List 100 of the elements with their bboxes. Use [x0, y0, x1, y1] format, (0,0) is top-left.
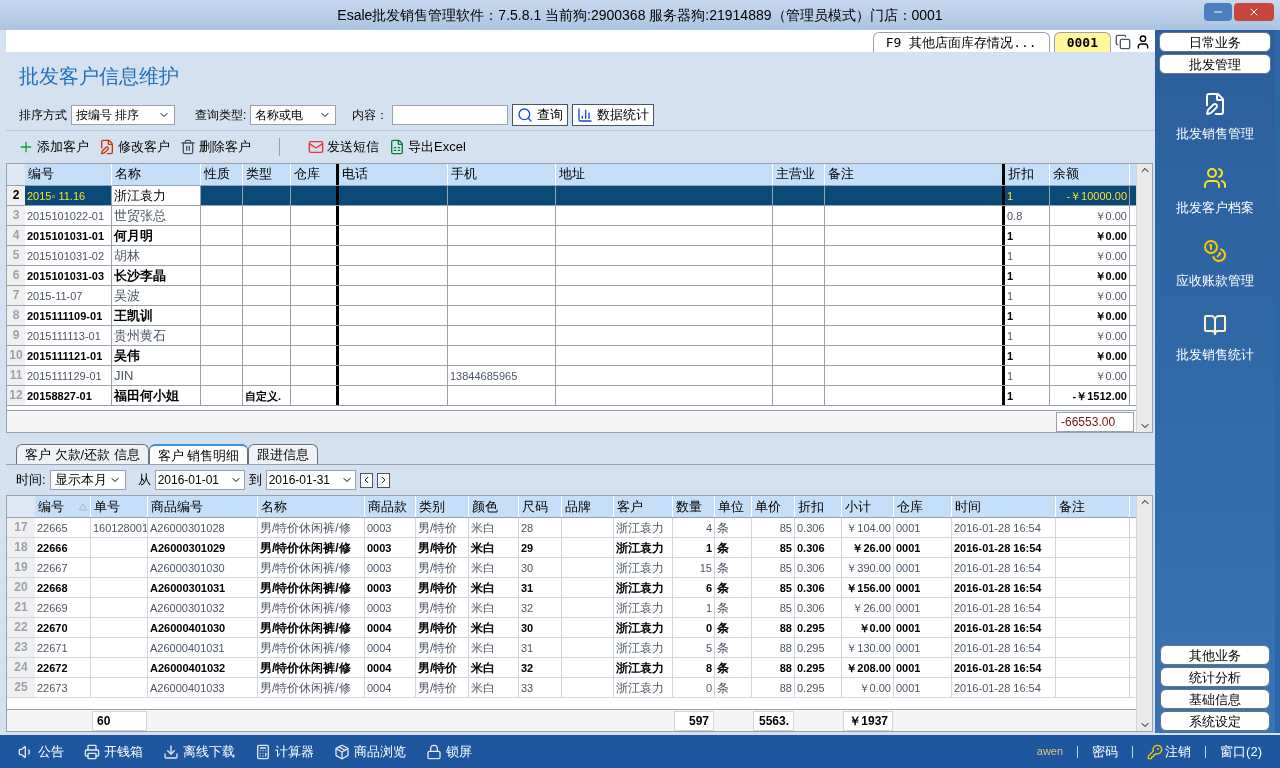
column-header[interactable]: 类别: [419, 496, 445, 517]
table-row[interactable]: 6 2015101031-03 长沙李晶 1 ￥0.00: [7, 266, 1136, 286]
sidebar-item[interactable]: 批发客户档案: [1176, 165, 1254, 217]
period-dropdown[interactable]: 显示本月: [49, 470, 126, 490]
close-button[interactable]: [1234, 3, 1274, 21]
table-row[interactable]: 3 2015101022-01 世贸张总 0.8 ￥0.00: [7, 206, 1136, 226]
toolbar-button[interactable]: 删除客户: [178, 137, 253, 157]
sidebar-button[interactable]: 系统设定: [1160, 711, 1270, 731]
detail-tab[interactable]: 跟进信息: [248, 444, 319, 464]
detail-tab[interactable]: 客户 销售明细: [148, 444, 249, 464]
column-header[interactable]: 商品款: [368, 496, 407, 517]
query-button[interactable]: 查询: [512, 104, 569, 126]
statistics-button[interactable]: 数据统计: [572, 104, 655, 126]
column-header[interactable]: 编号: [38, 496, 64, 517]
column-header[interactable]: 客户: [617, 496, 643, 517]
column-header[interactable]: 电话: [339, 164, 448, 185]
column-header[interactable]: 地址: [556, 164, 773, 185]
table-cell: 0.306: [795, 598, 842, 617]
column-header[interactable]: 颜色: [472, 496, 498, 517]
detail-tab[interactable]: 客户 欠款/还款 信息: [16, 444, 149, 464]
table-row[interactable]: 12 20158827-01 福田何小姐 自定义. 1 -￥1512.00: [7, 386, 1136, 406]
row-number: 17: [7, 518, 35, 537]
column-header[interactable]: 单价: [755, 496, 781, 517]
previous-button[interactable]: [359, 472, 373, 488]
table-row[interactable]: 7 2015-11-07 吴波 1 ￥0.00: [7, 286, 1136, 306]
sidebar-button[interactable]: 日常业务: [1159, 32, 1271, 52]
toolbar-button[interactable]: 修改客户: [97, 137, 172, 157]
column-header[interactable]: 余额: [1050, 164, 1130, 185]
table-cell: 2015101031-01: [25, 226, 112, 245]
logout-button[interactable]: 注销: [1147, 741, 1192, 762]
table-cell: 2016-01-28 16:54: [952, 538, 1056, 557]
table-row[interactable]: 4 2015101031-01 何月明 1 ￥0.00: [7, 226, 1136, 246]
column-header[interactable]: 手机: [448, 164, 556, 185]
table-row[interactable]: 9 2015111113-01 贵州黄石 1 ￥0.00: [7, 326, 1136, 346]
column-header[interactable]: 性质: [201, 164, 243, 185]
column-header[interactable]: 备注: [1059, 496, 1085, 517]
to-date-picker[interactable]: 2016-01-31: [265, 470, 356, 490]
column-header[interactable]: 名称: [112, 164, 201, 185]
table-cell: -￥1512.00: [1050, 386, 1130, 405]
table-row[interactable]: 5 2015101031-02 胡林 1 ￥0.00: [7, 246, 1136, 266]
sidebar-button[interactable]: 其他业务: [1160, 645, 1270, 665]
column-header[interactable]: 折扣: [1005, 164, 1050, 185]
column-header[interactable]: 单位: [718, 496, 744, 517]
scrollbar[interactable]: [1136, 496, 1152, 731]
sidebar-item[interactable]: 批发销售管理: [1176, 92, 1254, 144]
taskbar-button[interactable]: 商品浏览: [334, 741, 406, 762]
column-header[interactable]: 时间: [955, 496, 981, 517]
toolbar-button[interactable]: 添加客户: [16, 137, 91, 157]
table-cell: JIN: [112, 366, 201, 385]
column-header[interactable]: 单号: [94, 496, 120, 517]
document-tab[interactable]: F9 其他店面库存情况...: [872, 32, 1050, 52]
password-button[interactable]: 密码: [1092, 741, 1119, 762]
table-cell: 0004: [365, 638, 416, 657]
table-row[interactable]: 10 2015111121-01 吴伟 1 ￥0.00: [7, 346, 1136, 366]
sidebar-button[interactable]: 基础信息: [1160, 689, 1270, 709]
document-tab[interactable]: 0001: [1053, 32, 1111, 52]
column-header[interactable]: 商品编号: [151, 496, 203, 517]
next-button[interactable]: [376, 472, 390, 488]
windows-icon[interactable]: [1115, 34, 1131, 50]
from-date-picker[interactable]: 2016-01-01: [154, 470, 245, 490]
table-cell: 22667: [35, 558, 91, 577]
row-number: 20: [7, 578, 35, 597]
user-name: awen: [1036, 744, 1064, 760]
column-header[interactable]: 数量: [676, 496, 702, 517]
content-input[interactable]: [392, 105, 509, 125]
sidebar-item[interactable]: 批发销售统计: [1176, 312, 1254, 364]
column-header[interactable]: 小计: [845, 496, 871, 517]
table-cell: 0.8: [1005, 206, 1050, 225]
taskbar-button[interactable]: 公告: [18, 741, 64, 762]
table-cell: 2015111113-01: [25, 326, 112, 345]
taskbar-button[interactable]: 开钱箱: [84, 741, 143, 762]
sidebar-item[interactable]: 应收账款管理: [1176, 239, 1254, 291]
column-header[interactable]: 编号: [25, 164, 112, 185]
scrollbar[interactable]: [1136, 164, 1152, 432]
column-header[interactable]: 类型: [243, 164, 291, 185]
row-number: 24: [7, 658, 35, 677]
table-row[interactable]: 8 2015111109-01 王凯训 1 ￥0.00: [7, 306, 1136, 326]
column-header[interactable]: 名称: [261, 496, 287, 517]
table-row[interactable]: 2 2015◦ 11.16 浙江袁力 1 -￥10000.00: [7, 186, 1136, 206]
column-header[interactable]: 折扣: [798, 496, 824, 517]
person-icon[interactable]: [1135, 34, 1151, 50]
column-header[interactable]: 尺码: [522, 496, 548, 517]
toolbar-button[interactable]: 发送短信: [306, 137, 381, 157]
table-cell: A26000301030: [148, 558, 258, 577]
query-type-dropdown[interactable]: 名称或电: [250, 105, 337, 125]
minimize-button[interactable]: [1204, 3, 1232, 21]
table-row[interactable]: 11 2015111129-01 JIN 13844685965 1 ￥0.00: [7, 366, 1136, 386]
sidebar-button[interactable]: 统计分析: [1160, 667, 1270, 687]
taskbar-button[interactable]: 计算器: [255, 741, 314, 762]
taskbar-button[interactable]: 离线下载: [163, 741, 235, 762]
windows-button[interactable]: 窗口(2): [1220, 741, 1262, 762]
sidebar-button[interactable]: 批发管理: [1159, 54, 1271, 74]
column-header[interactable]: 主营业: [773, 164, 825, 185]
sort-dropdown[interactable]: 按编号 排序: [71, 105, 175, 125]
table-cell: 22669: [35, 598, 91, 617]
table-cell: ￥26.00: [842, 598, 894, 617]
column-header[interactable]: 品牌: [565, 496, 591, 517]
toolbar-button[interactable]: 导出Excel: [387, 137, 468, 157]
taskbar-button[interactable]: 锁屏: [426, 741, 472, 762]
column-header[interactable]: 仓库: [897, 496, 923, 517]
